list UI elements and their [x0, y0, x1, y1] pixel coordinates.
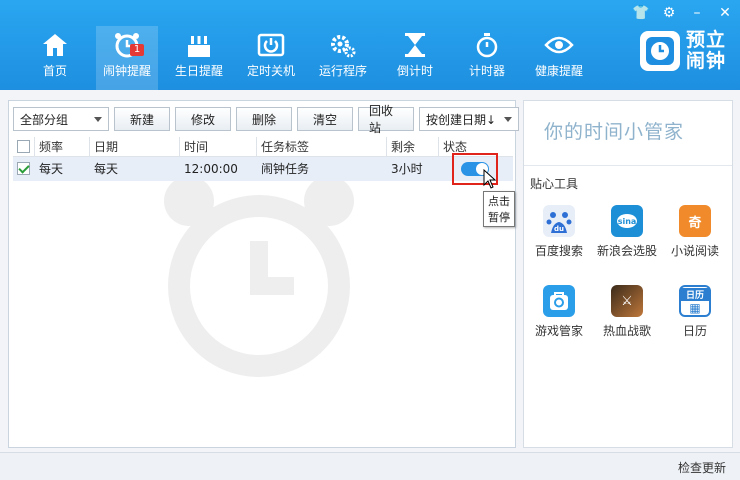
- table-header: 频率 日期 时间 任务标签 剩余 状态: [13, 136, 513, 157]
- nav-alarm[interactable]: 1 闹钟提醒: [96, 26, 158, 90]
- slogan: 你的时间小管家: [544, 121, 685, 143]
- chevron-down-icon: [504, 117, 512, 122]
- tools-title: 贴心工具: [530, 177, 579, 191]
- cell-frequency: 每天: [39, 162, 64, 176]
- nav-label: 健康提醒: [534, 64, 583, 78]
- nav-health[interactable]: 健康提醒: [528, 26, 590, 90]
- window-controls: 👕 ⚙ – ✕: [632, 4, 734, 22]
- cell-remaining: 3小时: [391, 162, 423, 176]
- divider: [524, 165, 732, 166]
- select-all-checkbox[interactable]: [17, 139, 30, 153]
- header-frequency[interactable]: 频率: [35, 136, 90, 157]
- svg-text:sina: sina: [618, 217, 637, 226]
- hourglass-icon: [400, 30, 430, 60]
- nav-label: 倒计时: [396, 64, 433, 78]
- logo-text: 预立 闹钟: [686, 29, 727, 72]
- header-task-label[interactable]: 任务标签: [257, 136, 387, 157]
- game-manager-icon: [543, 285, 575, 317]
- header-checkbox-cell: [13, 136, 35, 157]
- novel-icon: 奇: [679, 205, 711, 237]
- alarm-watermark-icon: [159, 161, 359, 394]
- header-date[interactable]: 日期: [90, 136, 180, 157]
- row-checkbox-cell: [13, 157, 35, 181]
- clear-button[interactable]: 清空: [297, 107, 353, 131]
- stopwatch-icon: [472, 30, 502, 60]
- recycle-bin-button[interactable]: 回收站: [358, 104, 414, 135]
- sina-icon: sina: [611, 205, 643, 237]
- group-select[interactable]: 全部分组: [13, 107, 109, 131]
- header-remaining[interactable]: 剩余: [387, 136, 439, 157]
- nav-run-program[interactable]: 运行程序: [312, 26, 374, 90]
- app-logo: 预立 闹钟: [640, 30, 728, 72]
- cell-time: 12:00:00: [184, 162, 238, 176]
- logo-clock-icon: [640, 31, 680, 71]
- alarm-list-panel: 全部分组 新建 修改 删除 清空 回收站 按创建日期↓ 频率 日期 时间 任务标…: [8, 100, 519, 448]
- edit-button[interactable]: 修改: [175, 107, 231, 131]
- power-icon: [256, 30, 286, 60]
- tool-war-game[interactable]: ⚔ 热血战歌: [594, 285, 660, 339]
- svg-text:du: du: [554, 225, 564, 233]
- alarm-badge: 1: [130, 44, 144, 56]
- table-row[interactable]: 每天 每天 12:00:00 闹钟任务 3小时: [13, 157, 513, 181]
- new-button[interactable]: 新建: [114, 107, 170, 131]
- home-icon: [40, 30, 70, 60]
- side-panel: 你的时间小管家 贴心工具 du 百度搜索 sina 新浪会选股 奇 小说阅读 游…: [523, 100, 733, 448]
- nav-label: 运行程序: [318, 64, 367, 78]
- nav-shutdown[interactable]: 定时关机: [240, 26, 302, 90]
- top-bar: 👕 ⚙ – ✕ 首页 1 闹钟提醒 生日提醒 定时关机 运行程序 倒计时 计时器…: [0, 0, 740, 90]
- nav-label: 计时器: [468, 64, 505, 78]
- nav-label: 定时关机: [246, 64, 295, 78]
- cell-task-label: 闹钟任务: [261, 162, 310, 176]
- tool-sina-stock[interactable]: sina 新浪会选股: [594, 205, 660, 259]
- tool-baidu-search[interactable]: du 百度搜索: [526, 205, 592, 259]
- delete-button[interactable]: 删除: [236, 107, 292, 131]
- minimize-icon[interactable]: –: [688, 4, 706, 22]
- close-icon[interactable]: ✕: [716, 4, 734, 22]
- row-checkbox[interactable]: [17, 162, 30, 175]
- eye-icon: [544, 30, 574, 60]
- cake-icon: [184, 30, 214, 60]
- tooltip: 点击暂停: [483, 191, 515, 227]
- nav-birthday[interactable]: 生日提醒: [168, 26, 230, 90]
- status-bar: 检查更新: [0, 452, 740, 480]
- check-update-link[interactable]: 检查更新: [678, 459, 726, 476]
- nav-label: 闹钟提醒: [102, 64, 151, 78]
- nav-countdown[interactable]: 倒计时: [384, 26, 446, 90]
- baidu-icon: du: [543, 205, 575, 237]
- list-toolbar: 全部分组 新建 修改 删除 清空 回收站 按创建日期↓: [13, 104, 519, 135]
- war-game-icon: ⚔: [611, 285, 643, 317]
- skin-icon[interactable]: 👕: [632, 4, 650, 22]
- settings-icon[interactable]: ⚙: [660, 4, 678, 22]
- nav-label: 首页: [42, 64, 67, 78]
- nav-stopwatch[interactable]: 计时器: [456, 26, 518, 90]
- tool-calendar[interactable]: 日历 ▦ 日历: [662, 285, 728, 339]
- alarm-table: 频率 日期 时间 任务标签 剩余 状态 每天 每天 12:00:00 闹钟任务 …: [13, 136, 513, 181]
- chevron-down-icon: [94, 117, 102, 122]
- tool-novel-reading[interactable]: 奇 小说阅读: [662, 205, 728, 259]
- tool-game-manager[interactable]: 游戏管家: [526, 285, 592, 339]
- sort-select[interactable]: 按创建日期↓: [419, 107, 519, 131]
- cell-date: 每天: [94, 162, 119, 176]
- gears-icon: [328, 30, 358, 60]
- header-time[interactable]: 时间: [180, 136, 257, 157]
- mouse-pointer-icon: [483, 168, 497, 192]
- calendar-icon: 日历 ▦: [679, 285, 711, 317]
- main-nav: 首页 1 闹钟提醒 生日提醒 定时关机 运行程序 倒计时 计时器 健康提醒: [24, 26, 600, 90]
- nav-home[interactable]: 首页: [24, 26, 86, 90]
- nav-label: 生日提醒: [174, 64, 223, 78]
